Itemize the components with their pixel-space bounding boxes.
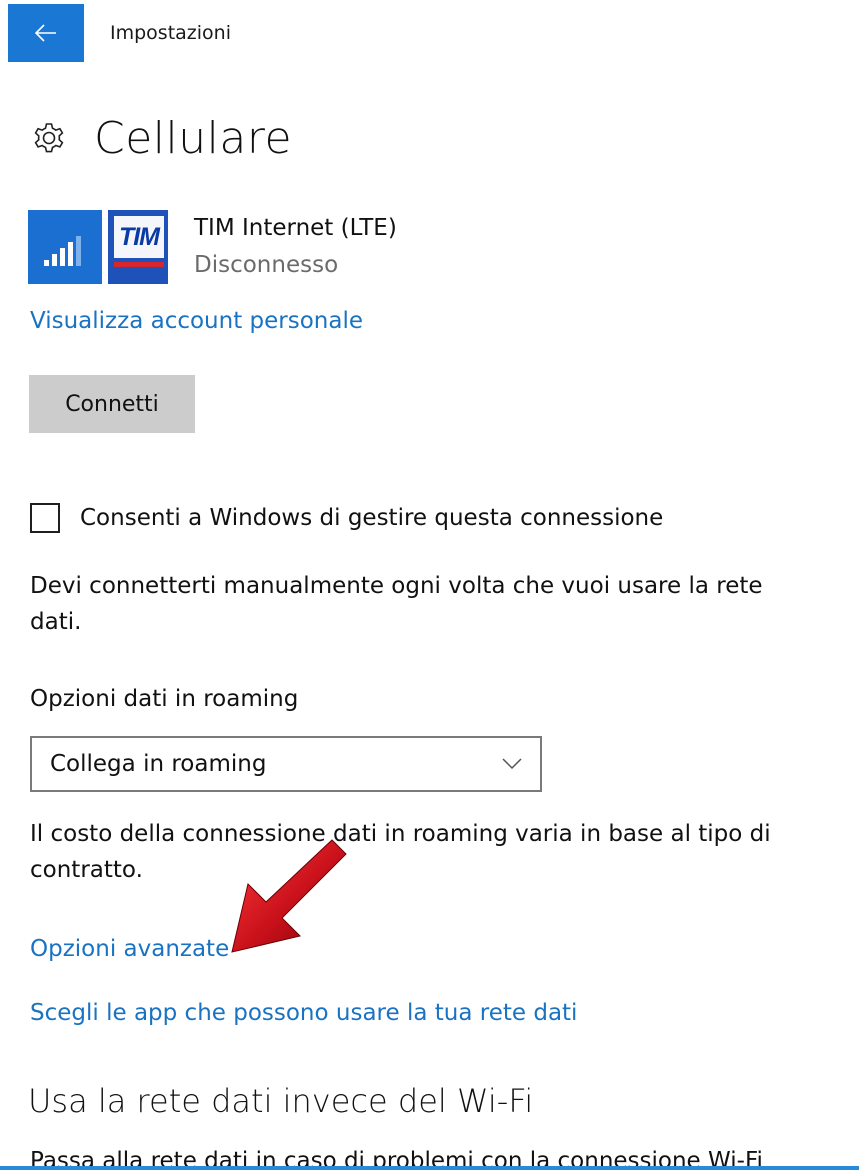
title-bar: Impostazioni	[0, 0, 859, 64]
operator-logo-stripe	[114, 262, 164, 267]
wifi-section-title: Usa la rete dati invece del Wi-Fi	[28, 1082, 534, 1120]
bottom-divider	[0, 1166, 859, 1170]
connection-name: TIM Internet (LTE)	[194, 215, 397, 241]
back-button[interactable]	[8, 4, 84, 62]
manual-connect-description: Devi connetterti manualmente ogni volta …	[30, 573, 763, 635]
manage-connection-checkbox-row[interactable]: Consenti a Windows di gestire questa con…	[30, 500, 663, 536]
manage-connection-checkbox[interactable]	[30, 503, 60, 533]
roaming-select-value: Collega in roaming	[50, 751, 267, 777]
advanced-options-link[interactable]: Opzioni avanzate	[30, 936, 229, 962]
choose-apps-link[interactable]: Scegli le app che possono usare la tua r…	[30, 1000, 577, 1026]
window-title: Impostazioni	[110, 22, 231, 44]
signal-bars-icon	[44, 236, 81, 266]
signal-tile	[28, 210, 102, 284]
view-account-link[interactable]: Visualizza account personale	[30, 308, 363, 334]
connect-button[interactable]: Connetti	[29, 375, 195, 433]
manage-connection-label: Consenti a Windows di gestire questa con…	[80, 505, 664, 531]
operator-logo-text: TIM	[114, 216, 164, 258]
connection-status: Disconnesso	[194, 252, 339, 278]
gear-icon	[34, 123, 64, 153]
arrow-left-icon	[35, 24, 56, 42]
chevron-down-icon	[502, 758, 522, 770]
roaming-options-label: Opzioni dati in roaming	[30, 686, 299, 712]
roaming-select[interactable]: Collega in roaming	[30, 736, 542, 792]
roaming-cost-description: Il costo della connessione dati in roami…	[30, 821, 771, 883]
page-title: Cellulare	[94, 112, 293, 164]
operator-logo: TIM	[108, 210, 168, 284]
page-heading: Cellulare	[30, 108, 292, 168]
settings-window: Impostazioni Cellulare TIM TIM Internet …	[0, 0, 859, 1170]
